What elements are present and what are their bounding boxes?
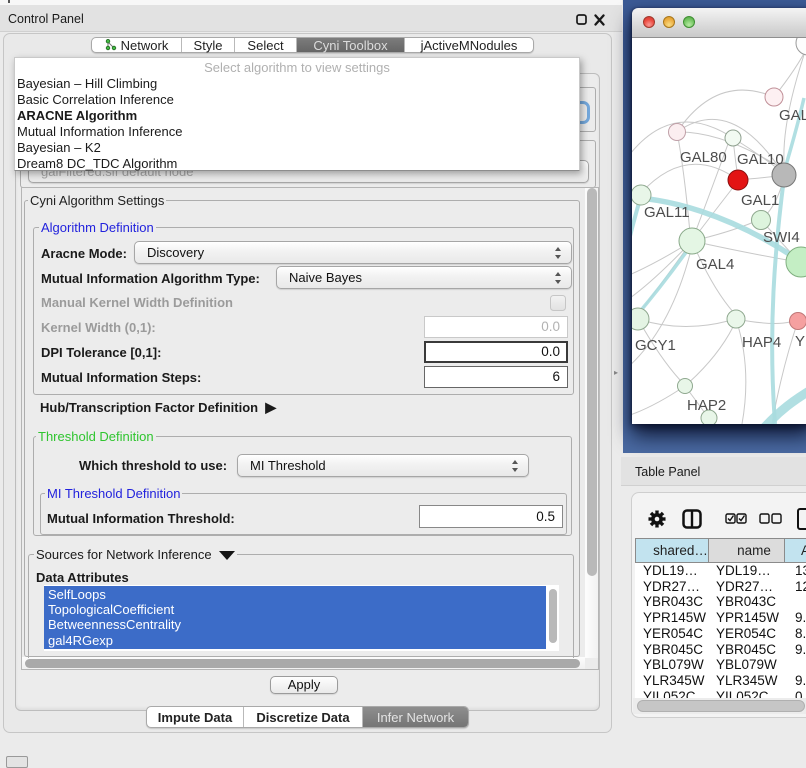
svg-text:GAL7: GAL7 xyxy=(779,107,806,124)
svg-text:GAL80: GAL80 xyxy=(680,149,727,166)
svg-text:Y: Y xyxy=(795,333,805,350)
svg-text:SWI4: SWI4 xyxy=(763,229,800,246)
svg-text:GAL11: GAL11 xyxy=(644,204,690,221)
svg-text:GAL1: GAL1 xyxy=(741,192,779,209)
svg-text:GAL4: GAL4 xyxy=(696,256,734,273)
svg-text:HAP4: HAP4 xyxy=(742,334,781,351)
svg-text:GAL10: GAL10 xyxy=(737,151,784,168)
svg-text:HAP2: HAP2 xyxy=(687,397,726,414)
svg-text:GCY1: GCY1 xyxy=(635,337,676,354)
